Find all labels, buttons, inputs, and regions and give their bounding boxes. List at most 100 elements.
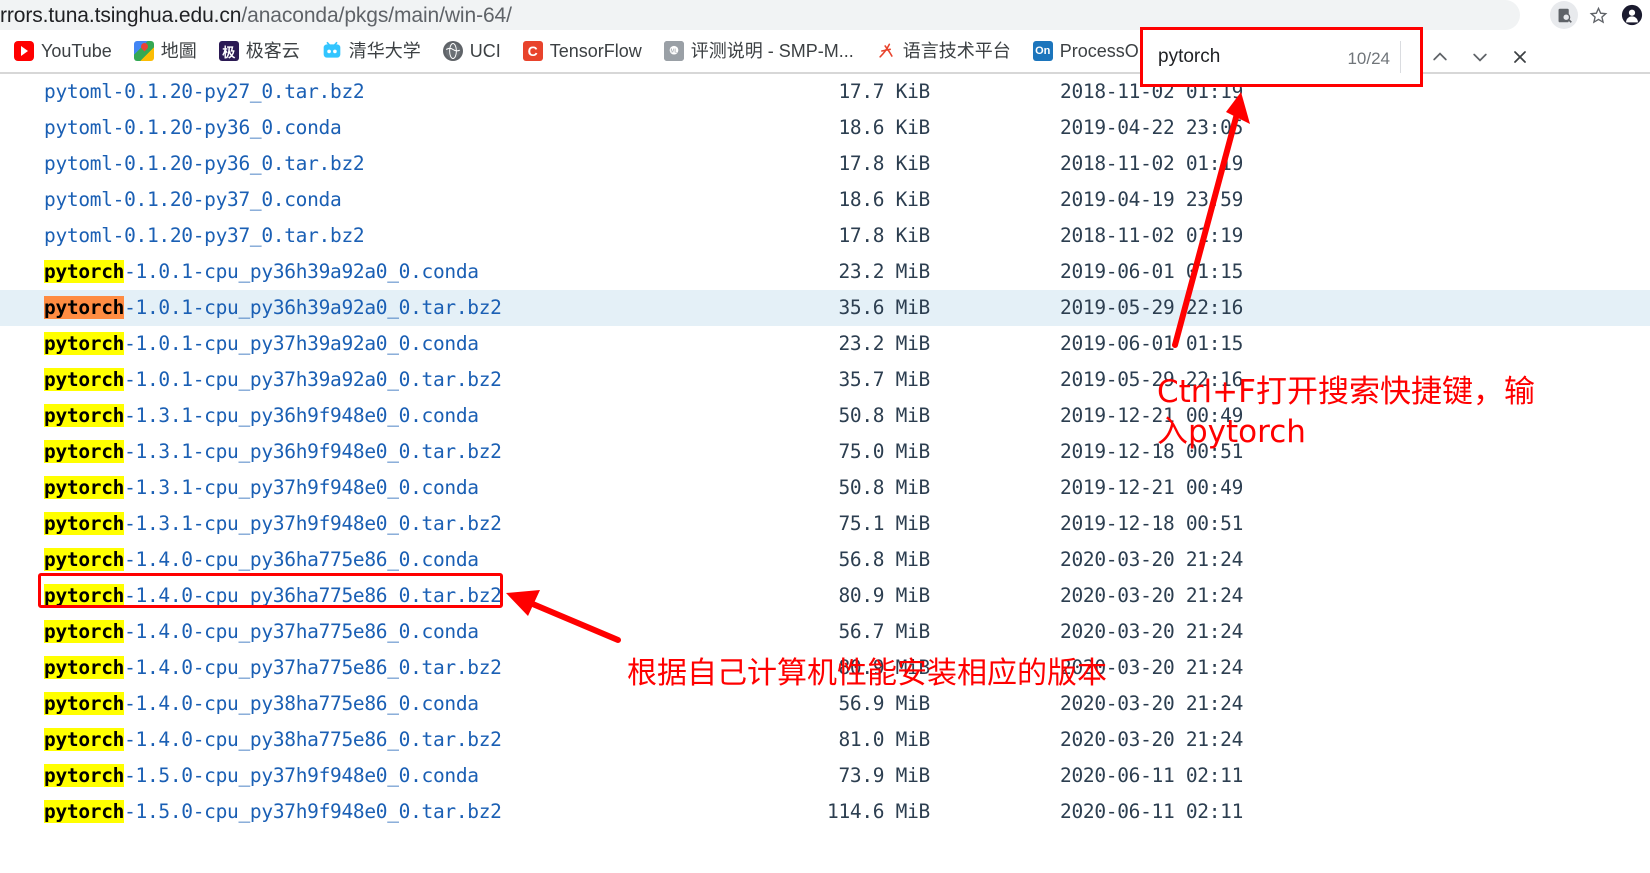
file-name-rest: -1.0.1-cpu_py37h39a92a0_0.tar.bz2 <box>124 368 502 391</box>
bookmark-label: ProcessOn <box>1059 41 1149 61</box>
file-name-rest: -1.3.1-cpu_py36h9f948e0_0.conda <box>124 404 479 427</box>
table-row[interactable]: pytorch-1.3.1-cpu_py37h9f948e0_0.conda 50… <box>0 470 1650 506</box>
find-close-icon[interactable] <box>1503 40 1537 74</box>
search-match-highlight: pytorch <box>44 476 125 499</box>
file-date: 2020-03-20 21:24 <box>1060 584 1244 607</box>
file-size: 56.8 MiB <box>838 548 930 571</box>
file-name-rest: -1.0.1-cpu_py36h39a92a0_0.conda <box>124 260 479 283</box>
search-match-highlight: pytorch <box>44 548 125 571</box>
globe-icon <box>442 41 463 61</box>
file-link[interactable]: pytoml-0.1.20-py37_0.tar.bz2 <box>44 218 365 254</box>
file-date: 2019-05-29 22:16 <box>1060 296 1244 319</box>
file-link[interactable]: pytorch-1.3.1-cpu_py37h9f948e0_0.tar.bz2 <box>44 506 502 542</box>
file-name-text: pytoml-0.1.20-py36_0.conda <box>44 116 342 139</box>
file-size: 18.6 KiB <box>838 116 930 139</box>
file-link[interactable]: pytorch-1.4.0-cpu_py37ha775e86_0.conda <box>44 614 479 650</box>
table-row[interactable]: pytoml-0.1.20-py37_0.conda 18.6 KiB 2019-0… <box>0 182 1650 218</box>
table-row[interactable]: pytorch-1.5.0-cpu_py37h9f948e0_0.tar.bz2… <box>0 794 1650 830</box>
file-size: 18.6 KiB <box>838 188 930 211</box>
table-row[interactable]: pytorch-1.4.0-cpu_py37ha775e86_0.conda 56… <box>0 614 1650 650</box>
processon-icon: On <box>1032 41 1053 61</box>
file-date: 2018-11-02 01:19 <box>1060 152 1244 175</box>
table-row[interactable]: pytorch-1.0.1-cpu_py36h39a92a0_0.conda 23… <box>0 254 1650 290</box>
find-bar[interactable]: pytorch 10/24 <box>1140 27 1423 87</box>
file-date: 2019-04-22 23:05 <box>1060 116 1244 139</box>
file-date: 2018-11-02 01:19 <box>1060 224 1244 247</box>
file-size: 75.1 MiB <box>838 512 930 535</box>
file-size: 80.9 MiB <box>838 584 930 607</box>
file-name-rest: -1.5.0-cpu_py37h9f948e0_0.tar.bz2 <box>124 800 502 823</box>
bookmark-youtube[interactable]: YouTube <box>14 41 112 61</box>
table-row[interactable]: pytoml-0.1.20-py36_0.conda 18.6 KiB 2019-0… <box>0 110 1650 146</box>
table-row[interactable]: pytoml-0.1.20-py36_0.tar.bz2 17.8 KiB 2018… <box>0 146 1650 182</box>
file-link[interactable]: pytorch-1.0.1-cpu_py37h39a92a0_0.tar.bz2 <box>44 362 502 398</box>
file-date: 2020-06-11 02:11 <box>1060 800 1244 823</box>
file-name-rest: -1.4.0-cpu_py37ha775e86_0.conda <box>124 620 479 643</box>
table-row[interactable]: pytorch-1.3.1-cpu_py37h9f948e0_0.tar.bz2… <box>0 506 1650 542</box>
table-row[interactable]: pytorch-1.5.0-cpu_py37h9f948e0_0.conda 73… <box>0 758 1650 794</box>
file-link[interactable]: pytoml-0.1.20-py36_0.tar.bz2 <box>44 146 365 182</box>
file-name-rest: -1.5.0-cpu_py37h9f948e0_0.conda <box>124 764 479 787</box>
search-match-highlight: pytorch <box>44 692 125 715</box>
tensorflow-icon: C <box>522 41 543 61</box>
bookmark-uci[interactable]: UCI <box>442 41 501 61</box>
find-input[interactable]: pytorch <box>1158 46 1220 68</box>
search-match-highlight: pytorch <box>44 800 125 823</box>
find-match-count: 10/24 <box>1347 49 1390 68</box>
table-row[interactable]: pytorch-1.0.1-cpu_py36h39a92a0_0.tar.bz2… <box>0 290 1650 326</box>
bookmark-jikeyun[interactable]: 极 极客云 <box>218 41 300 61</box>
table-row[interactable]: pytoml-0.1.20-py37_0.tar.bz2 17.8 KiB 2018… <box>0 218 1650 254</box>
file-name-rest: -1.0.1-cpu_py37h39a92a0_0.conda <box>124 332 479 355</box>
file-size: 23.2 MiB <box>838 332 930 355</box>
file-size: 75.0 MiB <box>838 440 930 463</box>
file-link[interactable]: pytorch-1.4.0-cpu_py38ha775e86_0.tar.bz2 <box>44 722 502 758</box>
bookmark-maps[interactable]: 地圖 <box>133 41 197 61</box>
bookmark-ltp[interactable]: 语言技术平台 <box>875 41 1011 61</box>
file-name-text: pytoml-0.1.20-py27_0.tar.bz2 <box>44 80 365 103</box>
bookmark-processon[interactable]: On ProcessOn <box>1032 41 1149 61</box>
find-previous-icon[interactable] <box>1423 40 1457 74</box>
file-name-rest: -1.3.1-cpu_py37h9f948e0_0.tar.bz2 <box>124 512 502 535</box>
annotation-ctrl-f: Ctrl+F打开搜索快捷键，输 入pytorch <box>1157 374 1535 450</box>
file-link[interactable]: pytorch-1.4.0-cpu_py37ha775e86_0.tar.bz2 <box>44 650 502 686</box>
bookmark-label: 极客云 <box>245 41 300 61</box>
file-link[interactable]: pytorch-1.0.1-cpu_py36h39a92a0_0.conda <box>44 254 479 290</box>
file-link[interactable]: pytoml-0.1.20-py27_0.tar.bz2 <box>44 74 365 110</box>
file-link[interactable]: pytorch-1.0.1-cpu_py36h39a92a0_0.tar.bz2 <box>44 290 502 326</box>
file-date: 2019-06-01 01:15 <box>1060 260 1244 283</box>
search-match-highlight: pytorch <box>44 296 125 319</box>
file-size: 35.6 MiB <box>838 296 930 319</box>
file-link[interactable]: pytoml-0.1.20-py37_0.conda <box>44 182 342 218</box>
file-date: 2019-12-18 00:51 <box>1060 512 1244 535</box>
page-search-icon[interactable] <box>1550 1 1578 29</box>
file-size: 35.7 MiB <box>838 368 930 391</box>
file-size: 17.8 KiB <box>838 152 930 175</box>
bookmark-smp[interactable]: ML 评测说明 - SMP-M... <box>663 41 854 61</box>
file-link[interactable]: pytorch-1.3.1-cpu_py36h9f948e0_0.conda <box>44 398 479 434</box>
file-link[interactable]: pytorch-1.3.1-cpu_py36h9f948e0_0.tar.bz2 <box>44 434 502 470</box>
smp-icon: ML <box>663 41 684 61</box>
file-name-rest: -1.3.1-cpu_py36h9f948e0_0.tar.bz2 <box>124 440 502 463</box>
file-date: 2020-06-11 02:11 <box>1060 764 1244 787</box>
file-link[interactable]: pytorch-1.5.0-cpu_py37h9f948e0_0.tar.bz2 <box>44 794 502 830</box>
file-link[interactable]: pytorch-1.0.1-cpu_py37h39a92a0_0.conda <box>44 326 479 362</box>
file-date: 2019-06-01 01:15 <box>1060 332 1244 355</box>
find-next-icon[interactable] <box>1463 40 1497 74</box>
file-name-rest: -1.4.0-cpu_py38ha775e86_0.conda <box>124 692 479 715</box>
jike-icon: 极 <box>218 41 239 61</box>
profile-avatar-icon[interactable] <box>1618 1 1646 29</box>
bookmark-tensorflow[interactable]: C TensorFlow <box>522 41 642 61</box>
table-row[interactable]: pytorch-1.0.1-cpu_py37h39a92a0_0.conda 23… <box>0 326 1650 362</box>
bookmark-star-icon[interactable] <box>1584 1 1612 29</box>
file-link[interactable]: pytorch-1.3.1-cpu_py37h9f948e0_0.conda <box>44 470 479 506</box>
file-link[interactable]: pytorch-1.5.0-cpu_py37h9f948e0_0.conda <box>44 758 479 794</box>
file-link[interactable]: pytorch-1.4.0-cpu_py38ha775e86_0.conda <box>44 686 479 722</box>
file-size: 81.0 MiB <box>838 728 930 751</box>
file-name-rest: -1.4.0-cpu_py36ha775e86_0.conda <box>124 548 479 571</box>
file-link[interactable]: pytoml-0.1.20-py36_0.conda <box>44 110 342 146</box>
table-row[interactable]: pytorch-1.4.0-cpu_py38ha775e86_0.tar.bz2… <box>0 722 1650 758</box>
file-name-rest: -1.4.0-cpu_py38ha775e86_0.tar.bz2 <box>124 728 502 751</box>
file-size: 17.8 KiB <box>838 224 930 247</box>
bookmark-tsinghua[interactable]: 清华大学 <box>321 41 421 61</box>
url-text[interactable]: rrors.tuna.tsinghua.edu.cn/anaconda/pkgs… <box>0 1 512 30</box>
